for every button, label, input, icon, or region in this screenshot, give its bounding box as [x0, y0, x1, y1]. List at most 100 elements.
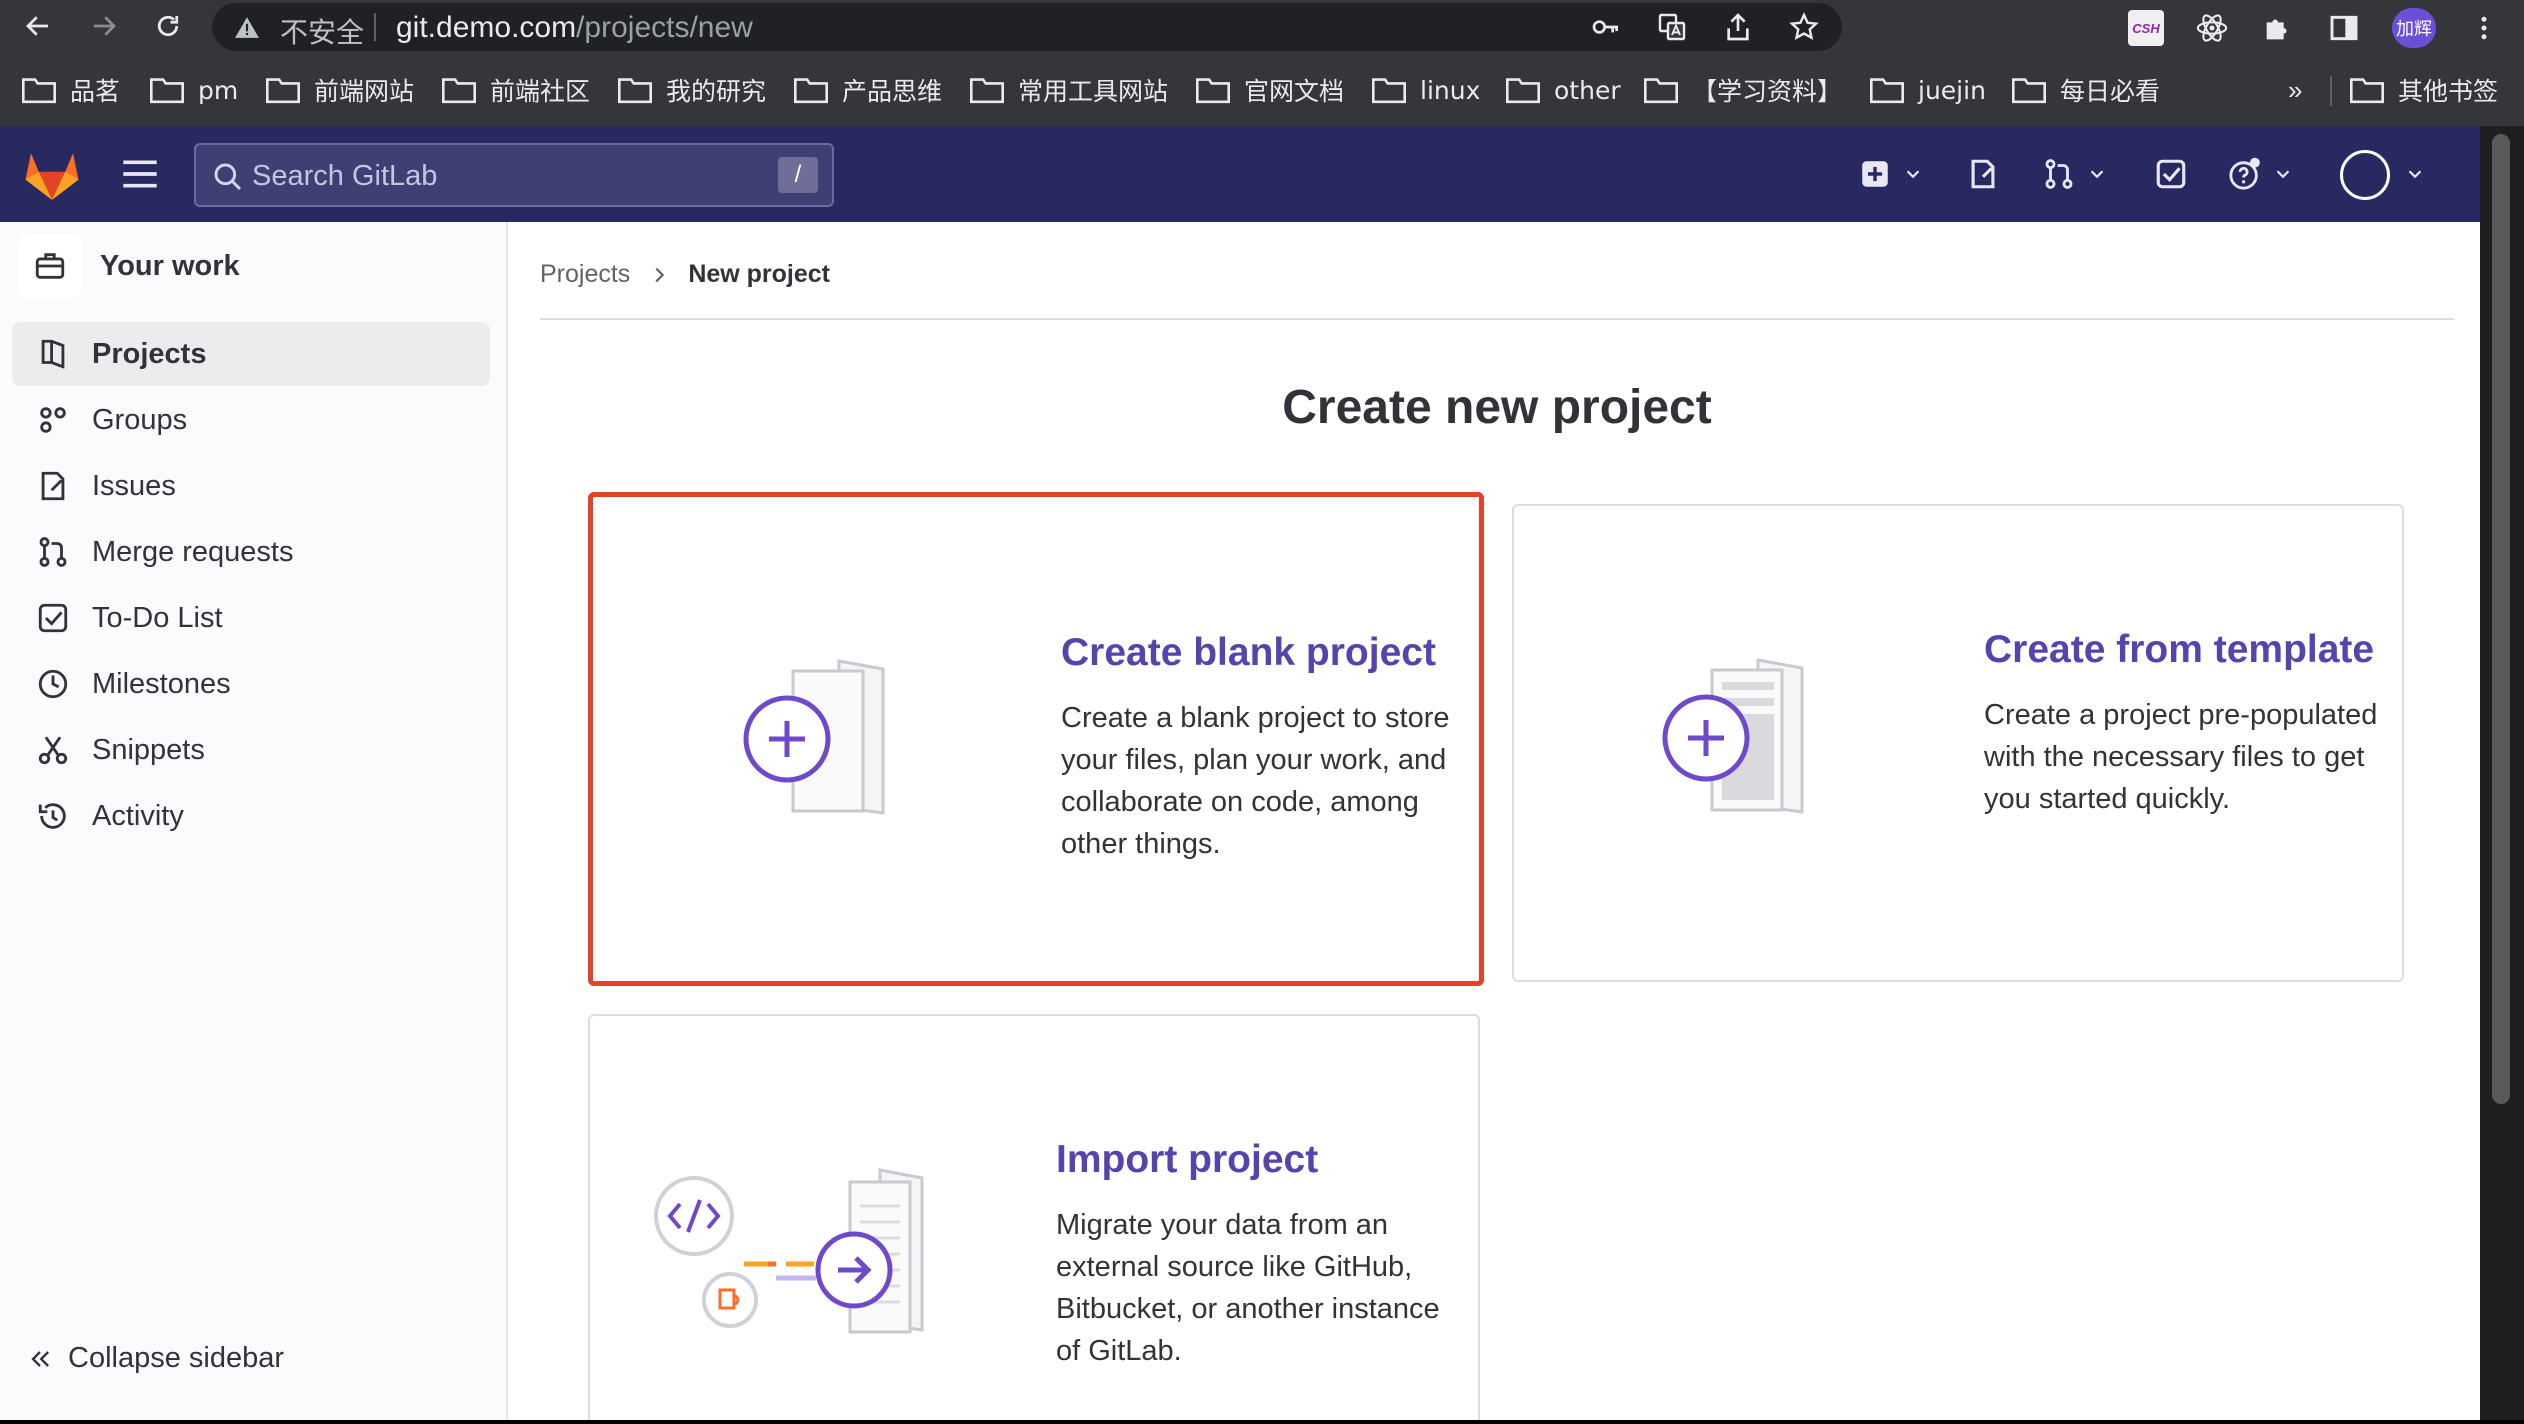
bookmark-label: other	[1554, 75, 1621, 105]
card-title[interactable]: Import project	[1056, 1138, 1318, 1182]
create-blank-project-card[interactable]: Create blank project Create a blank proj…	[588, 492, 1484, 986]
gitlab-logo-icon[interactable]	[24, 148, 80, 202]
folder-icon	[2350, 78, 2384, 104]
user-avatar[interactable]	[2340, 150, 2390, 200]
snippet-icon	[38, 736, 68, 765]
chevron-down-icon	[2408, 170, 2422, 179]
bookmark-label: 常用工具网站	[1018, 77, 1169, 106]
chevron-right-icon	[655, 267, 665, 282]
bookmark-folder[interactable]: 常用工具网站	[970, 68, 1168, 112]
issues-button[interactable]	[1966, 154, 2000, 194]
card-title[interactable]: Create from template	[1984, 628, 2374, 672]
bookmark-label: pm	[198, 75, 239, 105]
sidebar-item-snippets[interactable]: Snippets	[12, 718, 490, 782]
bookmark-folder[interactable]: other	[1506, 68, 1621, 112]
bookmark-folder[interactable]: 前端网站	[266, 68, 414, 112]
search-shortcut-badge: /	[778, 157, 818, 193]
other-bookmarks-folder[interactable]: 其他书签	[2350, 68, 2498, 112]
url-text[interactable]: git.demo.com/projects/new	[396, 11, 753, 45]
bookmark-label: 每日必看	[2060, 77, 2161, 106]
warning-icon	[235, 17, 259, 38]
breadcrumb-divider	[540, 318, 2454, 320]
page-scrollbar[interactable]	[2480, 126, 2524, 1420]
todos-button[interactable]	[2154, 154, 2188, 194]
bookmark-folder[interactable]: 【学习资料】	[1644, 68, 1842, 112]
breadcrumb: Projects New project	[540, 260, 830, 289]
merge-request-icon	[39, 537, 67, 567]
sidebar-item-issues[interactable]: Issues	[12, 454, 490, 518]
key-icon[interactable]	[1590, 11, 1622, 43]
bookmark-label: 前端网站	[314, 77, 415, 106]
address-bar[interactable]: 不安全 git.demo.com/projects/new	[212, 3, 1842, 51]
search-icon	[214, 163, 242, 191]
sidebar-item-label: Snippets	[92, 733, 205, 766]
breadcrumb-current: New project	[688, 260, 831, 288]
help-button[interactable]	[2228, 154, 2294, 194]
security-label[interactable]: 不安全	[280, 11, 364, 51]
profile-avatar[interactable]: 加辉	[2392, 8, 2436, 48]
bookmark-label: 【学习资料】	[1692, 77, 1843, 106]
chevron-double-left-icon	[31, 1350, 49, 1367]
create-new-button[interactable]	[1858, 154, 1924, 194]
reload-button[interactable]	[148, 6, 188, 46]
back-button[interactable]	[18, 6, 58, 46]
sidebar-item-groups[interactable]: Groups	[12, 388, 490, 452]
import-project-illustration-icon	[654, 1168, 924, 1334]
project-icon	[41, 339, 65, 369]
share-icon[interactable]	[1722, 11, 1754, 43]
bookmark-folder[interactable]: 前端社区	[442, 68, 590, 112]
puzzle-extension-icon[interactable]	[2260, 10, 2296, 46]
create-from-template-card[interactable]: Create from template Create a project pr…	[1512, 504, 2404, 982]
bookmarks-overflow-button[interactable]: »	[2288, 68, 2302, 112]
collapse-sidebar-button[interactable]: Collapse sidebar	[26, 1342, 284, 1375]
folder-icon	[266, 78, 300, 104]
bookmarks-bar: 品茗 pm 前端网站 前端社区 我的研究 产品思维 常用工具网站 官网文档 li…	[0, 68, 2524, 112]
side-panel-icon[interactable]	[2326, 10, 2362, 46]
bookmark-folder[interactable]: 官网文档	[1196, 68, 1344, 112]
bookmark-folder[interactable]: pm	[150, 68, 238, 112]
card-title[interactable]: Create blank project	[1061, 631, 1436, 675]
sidebar-item-label: Milestones	[92, 667, 231, 700]
bookmark-folder[interactable]: 品茗	[22, 68, 120, 112]
breadcrumb-projects-link[interactable]: Projects	[540, 260, 630, 289]
import-project-card[interactable]: Import project Migrate your data from an…	[588, 1014, 1480, 1420]
omnibox-actions	[1590, 11, 1820, 43]
folder-icon	[22, 78, 56, 104]
bookmark-folder[interactable]: 产品思维	[794, 68, 942, 112]
sidebar-item-projects[interactable]: Projects	[12, 322, 490, 386]
sidebar-item-label: To-Do List	[92, 601, 223, 634]
bookmark-folder[interactable]: 每日必看	[2012, 68, 2160, 112]
star-icon[interactable]	[1788, 11, 1820, 43]
sidebar-item-label: Groups	[92, 403, 188, 436]
search-placeholder: Search GitLab	[252, 160, 438, 192]
bookmark-label: 品茗	[70, 77, 121, 106]
browser-chrome: 不安全 git.demo.com/projects/new CSH 加辉 品茗 …	[0, 0, 2524, 126]
folder-icon	[150, 78, 184, 104]
react-extension-icon[interactable]	[2194, 10, 2230, 46]
merge-requests-button[interactable]	[2042, 154, 2108, 194]
csh-extension-icon[interactable]: CSH	[2128, 10, 2164, 46]
issues-icon	[1971, 159, 1995, 189]
url-path: /projects/new	[576, 11, 753, 44]
bookmark-folder[interactable]: linux	[1372, 68, 1480, 112]
sidebar-item-milestones[interactable]: Milestones	[12, 652, 490, 716]
folder-icon	[794, 78, 828, 104]
bookmark-folder[interactable]: 我的研究	[618, 68, 766, 112]
user-menu-toggle[interactable]	[2404, 154, 2426, 194]
translate-icon[interactable]	[1656, 11, 1688, 43]
browser-menu-icon[interactable]	[2466, 10, 2502, 46]
sidebar-context-header[interactable]: Your work	[18, 234, 240, 298]
chevron-down-icon	[2276, 170, 2290, 179]
template-project-illustration-icon	[1662, 658, 1804, 814]
hamburger-menu-icon[interactable]	[120, 156, 160, 192]
bookmark-label: 其他书签	[2398, 77, 2499, 106]
chevron-down-icon	[2090, 170, 2104, 179]
forward-button[interactable]	[84, 6, 124, 46]
sidebar-item-merge-requests[interactable]: Merge requests	[12, 520, 490, 584]
sidebar-item-activity[interactable]: Activity	[12, 784, 490, 848]
sidebar-item-todo-list[interactable]: To-Do List	[12, 586, 490, 650]
bookmark-folder[interactable]: juejin	[1870, 68, 1986, 112]
search-input[interactable]: Search GitLab /	[194, 143, 834, 207]
folder-icon	[1644, 78, 1678, 104]
scrollbar-thumb[interactable]	[2492, 134, 2510, 1104]
